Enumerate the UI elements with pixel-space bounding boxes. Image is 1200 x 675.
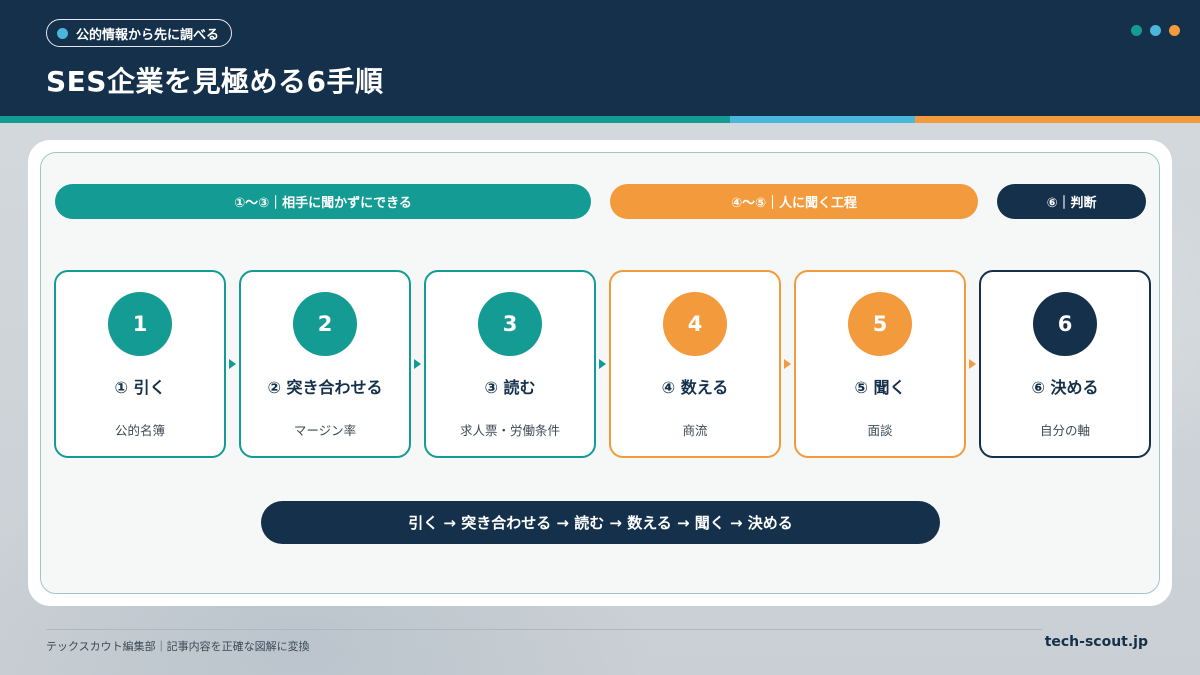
flow-summary-text: 引く → 突き合わせる → 読む → 数える → 聞く → 決める	[408, 514, 793, 532]
footer-credit: テックスカウト編集部｜記事内容を正確な図解に変換	[46, 640, 310, 653]
step-name: ③ 読む	[484, 378, 536, 397]
tag-dot-icon	[57, 27, 68, 39]
phase-label-ask-people: ④〜⑤｜人に聞く工程	[610, 184, 978, 219]
arrow-right-icon	[229, 359, 236, 369]
flow-summary-bar: 引く → 突き合わせる → 読む → 数える → 聞く → 決める	[261, 501, 940, 544]
stripe-teal	[0, 116, 730, 123]
stripe-sky	[730, 116, 915, 123]
step-subtitle: 自分の軸	[1039, 423, 1090, 438]
step-name: ④ 数える	[661, 378, 729, 397]
step-card-3: 3 ③ 読む 求人票・労働条件	[424, 270, 596, 458]
arrow-right-icon	[414, 359, 421, 369]
phase-label-decide: ⑥｜判断	[997, 184, 1146, 219]
phase-label-text: ④〜⑤｜人に聞く工程	[730, 196, 857, 211]
teal-dot-icon	[1131, 25, 1142, 36]
step-number-badge: 5	[848, 292, 912, 356]
orange-dot-icon	[1169, 25, 1180, 36]
step-number-badge: 4	[663, 292, 727, 356]
phase-label-text: ⑥｜判断	[1046, 196, 1097, 211]
phase-label-self-research: ①〜③｜相手に聞かずにできる	[55, 184, 591, 219]
step-card-2: 2 ② 突き合わせる マージン率	[239, 270, 411, 458]
sky-dot-icon	[1150, 25, 1161, 36]
topic-tag-label: 公的情報から先に調べる	[76, 27, 220, 43]
step-number-badge: 2	[293, 292, 357, 356]
stripe-orange	[915, 116, 1200, 123]
step-number-badge: 1	[108, 292, 172, 356]
arrow-right-icon	[599, 359, 606, 369]
step-subtitle: 面談	[867, 423, 893, 438]
page-title: SES企業を見極める6手順	[46, 65, 384, 98]
footer-divider	[46, 629, 1042, 630]
arrow-right-icon	[784, 359, 791, 369]
step-subtitle: 公的名簿	[114, 423, 165, 438]
step-subtitle: マージン率	[293, 423, 357, 438]
step-subtitle: 商流	[682, 423, 708, 438]
step-name: ⑥ 決める	[1031, 378, 1099, 397]
step-card-6: 6 ⑥ 決める 自分の軸	[979, 270, 1151, 458]
step-card-5: 5 ⑤ 聞く 面談	[794, 270, 966, 458]
step-subtitle: 求人票・労働条件	[459, 423, 560, 438]
step-name: ⑤ 聞く	[854, 378, 906, 397]
topic-tag: 公的情報から先に調べる	[46, 19, 233, 47]
decor-dots	[1131, 25, 1180, 36]
arrow-right-icon	[969, 359, 976, 369]
header-bar: 公的情報から先に調べる SES企業を見極める6手順	[0, 0, 1200, 116]
step-card-4: 4 ④ 数える 商流	[609, 270, 781, 458]
step-name: ② 突き合わせる	[267, 378, 383, 397]
step-number-badge: 3	[478, 292, 542, 356]
step-card-1: 1 ① 引く 公的名簿	[54, 270, 226, 458]
footer-site-link[interactable]: tech-scout.jp	[1045, 634, 1148, 650]
step-number-badge: 6	[1033, 292, 1097, 356]
phase-label-text: ①〜③｜相手に聞かずにできる	[234, 196, 412, 211]
step-name: ① 引く	[114, 378, 166, 397]
